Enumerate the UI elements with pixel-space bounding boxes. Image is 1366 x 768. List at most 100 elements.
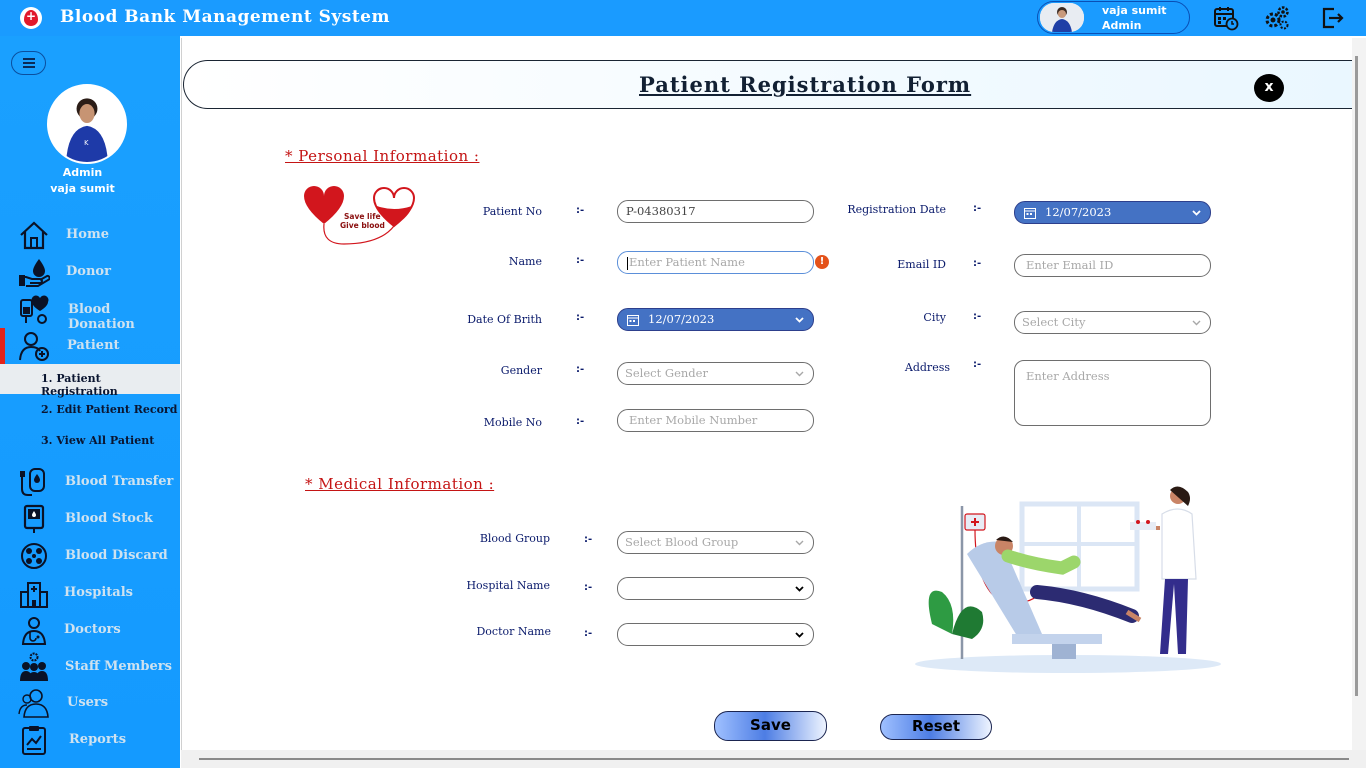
error-icon: ! — [815, 255, 829, 269]
blood-donation-illustration — [912, 484, 1224, 674]
menu-toggle-button[interactable] — [11, 51, 46, 75]
logo-text-line2: Give blood — [340, 221, 385, 230]
separator: :- — [576, 416, 585, 427]
horizontal-scrollbar[interactable] — [181, 750, 1366, 768]
email-input[interactable]: Enter Email ID — [1014, 254, 1211, 277]
user-role: Admin — [1102, 19, 1142, 32]
mobile-number-input[interactable]: Enter Mobile Number — [617, 409, 814, 432]
app-title: Blood Bank Management System — [60, 7, 390, 27]
patient-no-field[interactable]: P-04380317 — [617, 200, 814, 223]
heart-blood-bag-icon: Save life Give blood — [304, 186, 416, 245]
blood-donation-icon — [20, 295, 49, 324]
submenu-edit-patient-record[interactable]: 2. Edit Patient Record — [0, 395, 180, 425]
doctor-icon — [21, 617, 47, 645]
submenu-view-all-patient[interactable]: 3. View All Patient — [0, 426, 180, 456]
save-life-logo: Save life Give blood — [300, 184, 418, 252]
vertical-scrollbar[interactable] — [1352, 38, 1366, 750]
sidebar-item-donor[interactable]: Donor — [0, 254, 180, 290]
chevron-down-icon — [795, 586, 804, 592]
registration-date-value: 12/07/2023 — [1045, 205, 1112, 219]
address-textarea[interactable]: Enter Address — [1014, 360, 1211, 426]
sidebar-item-doctors[interactable]: Doctors — [0, 612, 180, 648]
avatar — [1040, 3, 1084, 32]
sidebar-item-reports[interactable]: Reports — [0, 722, 180, 758]
sidebar-item-label: Blood Transfer — [65, 474, 174, 489]
city-placeholder: Select City — [1022, 315, 1086, 329]
separator: :- — [584, 534, 593, 545]
top-bar: Blood Bank Management System vaja sumit … — [0, 0, 1366, 36]
user-profile-chip[interactable]: vaja sumit Admin — [1037, 1, 1190, 34]
sidebar-item-staff-members[interactable]: Staff Members — [0, 649, 180, 685]
donor-icon — [19, 259, 50, 287]
sidebar-item-blood-transfer[interactable]: Blood Transfer — [0, 464, 180, 500]
patient-no-label: Patient No — [482, 205, 542, 218]
gender-label: Gender — [500, 364, 542, 377]
blood-discard-icon — [21, 543, 47, 569]
separator: :- — [584, 628, 593, 639]
gender-select[interactable]: Select Gender — [617, 362, 814, 385]
mobile-label: Mobile No — [483, 416, 542, 429]
submenu-label: 2. Edit Patient Record — [41, 403, 178, 416]
chevron-down-icon — [795, 371, 804, 377]
sidebar-item-label: Donor — [66, 264, 111, 279]
chevron-down-icon — [795, 632, 804, 638]
calendar-icon — [1024, 208, 1036, 219]
hospital-icon — [20, 582, 48, 608]
save-button[interactable]: Save — [714, 711, 827, 741]
sidebar-item-users[interactable]: Users — [0, 685, 180, 721]
text-caret — [627, 257, 628, 270]
separator: :- — [973, 203, 982, 214]
calendar-clock-icon[interactable] — [1213, 5, 1239, 31]
sidebar-item-blood-stock[interactable]: Blood Stock — [0, 501, 180, 537]
gender-placeholder: Select Gender — [625, 366, 708, 380]
registration-date-label: Registration Date — [847, 203, 946, 216]
city-select[interactable]: Select City — [1014, 311, 1211, 334]
blood-group-label: Blood Group — [479, 532, 550, 545]
separator: :- — [576, 255, 585, 266]
submenu-label: 3. View All Patient — [41, 434, 155, 447]
patient-name-placeholder: Enter Patient Name — [629, 255, 745, 269]
reset-button[interactable]: Reset — [880, 714, 992, 740]
sidebar-item-hospitals[interactable]: Hospitals — [0, 575, 180, 611]
close-button[interactable]: x — [1254, 74, 1284, 102]
blood-group-select[interactable]: Select Blood Group — [617, 531, 814, 554]
patient-name-input[interactable]: Enter Patient Name — [617, 251, 814, 274]
profile-name: vaja sumit — [50, 182, 115, 195]
reports-icon — [22, 726, 46, 755]
separator: :- — [584, 582, 593, 593]
calendar-icon — [627, 315, 639, 326]
address-label: Address — [904, 361, 950, 374]
name-label: Name — [508, 255, 542, 268]
sidebar-item-blood-donation[interactable]: Blood Donation — [0, 292, 180, 332]
sidebar-item-home[interactable]: Home — [0, 217, 180, 253]
settings-gears-icon[interactable] — [1264, 5, 1290, 31]
profile-avatar: K — [47, 84, 127, 164]
separator: :- — [973, 311, 982, 322]
hospital-select[interactable] — [617, 577, 814, 600]
personal-information-heading: * Personal Information : — [285, 147, 480, 165]
sidebar-item-label: Patient — [67, 338, 120, 353]
medical-information-heading: * Medical Information : — [305, 475, 495, 493]
sidebar: K Admin vaja sumit Home Donor Blood Dona… — [0, 36, 180, 768]
blood-drop-logo-icon — [20, 7, 42, 29]
sidebar-item-blood-discard[interactable]: Blood Discard — [0, 538, 180, 574]
dob-value: 12/07/2023 — [648, 312, 715, 326]
sidebar-item-patient[interactable]: Patient — [0, 328, 180, 364]
submenu-patient-registration[interactable]: 1. Patient Registration — [0, 364, 180, 398]
svg-text:K: K — [84, 139, 89, 147]
blood-group-placeholder: Select Blood Group — [625, 535, 739, 549]
sidebar-item-label: Home — [66, 227, 109, 242]
doctor-select[interactable] — [617, 623, 814, 646]
user-name: vaja sumit — [1102, 4, 1167, 17]
doctor-name-label: Doctor Name — [476, 625, 551, 638]
dob-date-picker[interactable]: 12/07/2023 — [617, 308, 814, 331]
city-label: City — [923, 311, 946, 324]
page-title: Patient Registration Form — [639, 72, 972, 97]
sidebar-item-label: Users — [67, 695, 109, 710]
hospital-name-label: Hospital Name — [466, 579, 550, 592]
registration-date-picker[interactable]: 12/07/2023 — [1014, 201, 1211, 224]
chevron-down-icon — [795, 540, 804, 546]
logout-icon[interactable] — [1320, 5, 1346, 31]
separator: :- — [576, 205, 585, 216]
sidebar-item-label: Reports — [69, 732, 127, 747]
